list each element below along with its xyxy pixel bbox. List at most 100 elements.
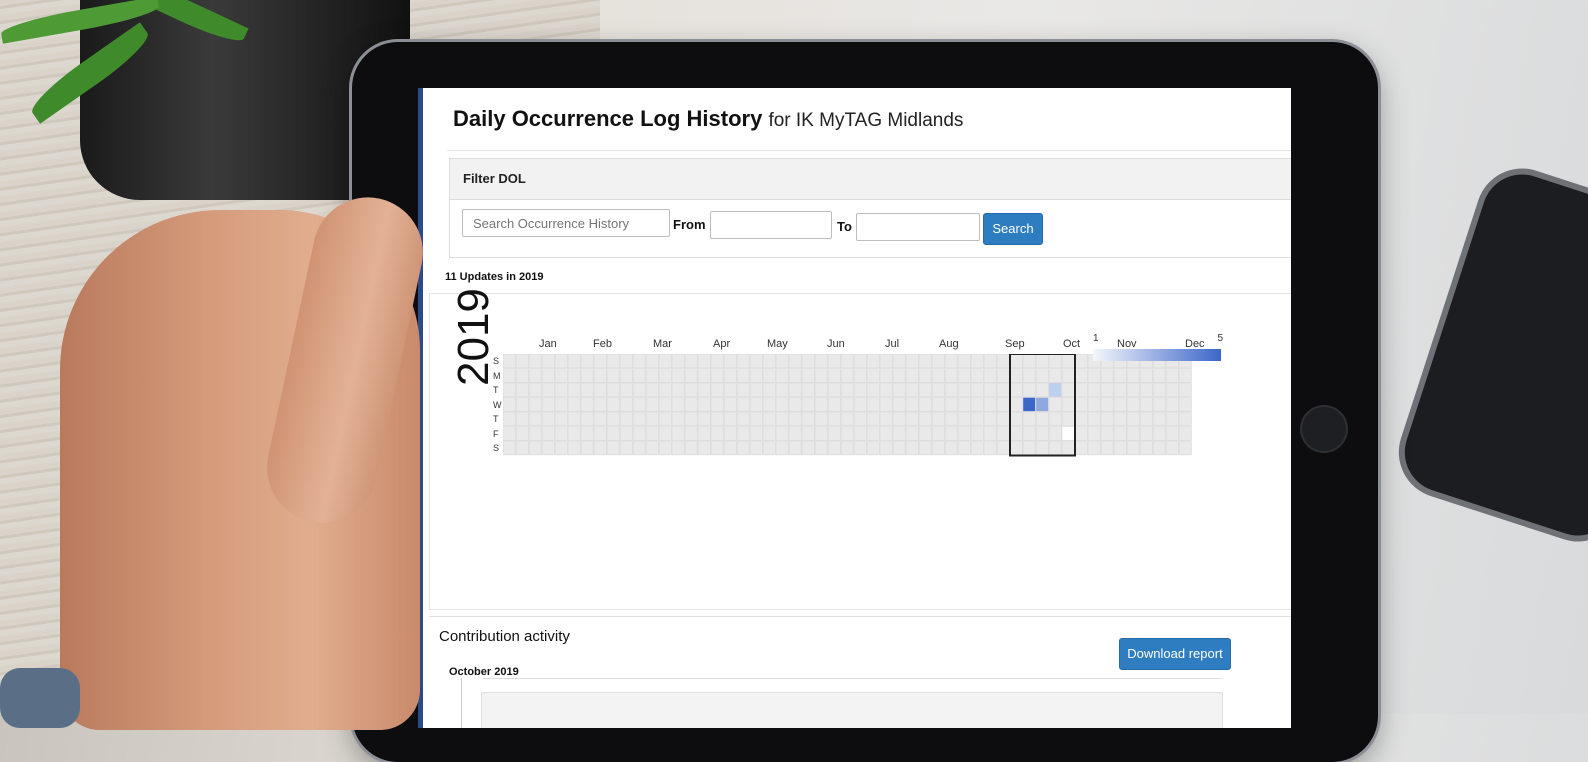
calendar-day-cell[interactable] [788, 354, 802, 369]
calendar-day-cell[interactable] [1074, 354, 1088, 369]
calendar-day-cell[interactable] [970, 368, 984, 383]
calendar-day-cell[interactable] [892, 382, 906, 398]
calendar-day-cell[interactable] [697, 440, 711, 456]
calendar-day-cell[interactable] [749, 368, 763, 383]
calendar-day-cell[interactable] [632, 440, 646, 456]
calendar-day-cell[interactable] [710, 411, 724, 427]
calendar-day-cell[interactable] [1152, 426, 1166, 441]
calendar-day-cell[interactable] [1126, 411, 1140, 427]
calendar-day-cell[interactable] [944, 440, 958, 456]
calendar-day-cell[interactable] [736, 440, 750, 456]
calendar-day-cell[interactable] [736, 411, 750, 427]
calendar-day-cell[interactable] [1139, 411, 1153, 427]
calendar-day-cell[interactable] [892, 368, 906, 383]
calendar-day-cell[interactable] [775, 397, 789, 412]
calendar-day-cell[interactable] [541, 397, 555, 412]
calendar-day-cell[interactable] [1126, 382, 1140, 398]
calendar-day-cell[interactable] [632, 382, 646, 398]
calendar-day-cell[interactable] [1061, 440, 1075, 456]
calendar-day-cell[interactable] [541, 368, 555, 383]
calendar-day-cell[interactable] [503, 354, 516, 369]
calendar-day-cell[interactable] [710, 354, 724, 369]
calendar-day-cell[interactable] [671, 354, 685, 369]
calendar-day-cell[interactable] [671, 382, 685, 398]
calendar-day-cell[interactable] [619, 397, 633, 412]
calendar-day-cell[interactable] [632, 397, 646, 412]
calendar-day-cell[interactable] [814, 354, 828, 369]
calendar-day-cell[interactable] [528, 368, 542, 383]
calendar-day-cell[interactable] [749, 440, 763, 456]
calendar-day-cell[interactable] [684, 397, 698, 412]
calendar-day-cell[interactable] [1048, 382, 1062, 398]
calendar-day-cell[interactable] [801, 411, 815, 427]
calendar-day-cell[interactable] [1061, 354, 1075, 369]
calendar-day-cell[interactable] [606, 440, 620, 456]
calendar-day-cell[interactable] [1048, 397, 1062, 412]
calendar-day-cell[interactable] [814, 382, 828, 398]
calendar-day-cell[interactable] [1100, 440, 1114, 456]
calendar-day-cell[interactable] [528, 354, 542, 369]
calendar-day-cell[interactable] [503, 368, 516, 383]
calendar-day-cell[interactable] [801, 382, 815, 398]
calendar-day-cell[interactable] [788, 368, 802, 383]
calendar-day-cell[interactable] [788, 382, 802, 398]
calendar-day-cell[interactable] [1035, 382, 1049, 398]
calendar-day-cell[interactable] [996, 411, 1010, 427]
calendar-day-cell[interactable] [931, 411, 945, 427]
calendar-day-cell[interactable] [801, 368, 815, 383]
calendar-day-cell[interactable] [606, 382, 620, 398]
calendar-day-cell[interactable] [503, 397, 516, 412]
calendar-day-cell[interactable] [1048, 354, 1062, 369]
calendar-day-cell[interactable] [983, 411, 997, 427]
calendar-day-cell[interactable] [1087, 368, 1101, 383]
calendar-day-cell[interactable] [606, 426, 620, 441]
calendar-day-cell[interactable] [866, 440, 880, 456]
calendar-day-cell[interactable] [1009, 411, 1023, 427]
calendar-day-cell[interactable] [749, 354, 763, 369]
calendar-day-cell[interactable] [996, 397, 1010, 412]
calendar-day-cell[interactable] [593, 354, 607, 369]
calendar-day-cell[interactable] [1178, 411, 1192, 427]
calendar-day-cell[interactable] [840, 426, 854, 441]
calendar-day-cell[interactable] [580, 354, 594, 369]
calendar-day-cell[interactable] [1139, 397, 1153, 412]
calendar-day-cell[interactable] [1048, 411, 1062, 427]
calendar-day-cell[interactable] [710, 426, 724, 441]
calendar-day-cell[interactable] [827, 426, 841, 441]
calendar-day-cell[interactable] [645, 440, 659, 456]
calendar-day-cell[interactable] [503, 426, 516, 441]
calendar-day-cell[interactable] [879, 397, 893, 412]
calendar-day-cell[interactable] [1061, 368, 1075, 383]
calendar-day-cell[interactable] [1113, 368, 1127, 383]
calendar-day-cell[interactable] [762, 411, 776, 427]
calendar-day-cell[interactable] [723, 440, 737, 456]
calendar-day-cell[interactable] [866, 354, 880, 369]
calendar-day-cell[interactable] [503, 382, 516, 398]
calendar-day-cell[interactable] [801, 426, 815, 441]
calendar-day-cell[interactable] [580, 397, 594, 412]
calendar-day-cell[interactable] [593, 411, 607, 427]
calendar-day-cell[interactable] [1061, 426, 1075, 441]
calendar-day-cell[interactable] [918, 440, 932, 456]
calendar-day-cell[interactable] [645, 397, 659, 412]
calendar-day-cell[interactable] [853, 354, 867, 369]
calendar-day-cell[interactable] [749, 411, 763, 427]
calendar-day-cell[interactable] [1152, 440, 1166, 456]
calendar-day-cell[interactable] [892, 440, 906, 456]
calendar-day-cell[interactable] [697, 368, 711, 383]
calendar-day-cell[interactable] [931, 354, 945, 369]
calendar-day-cell[interactable] [1009, 397, 1023, 412]
calendar-day-cell[interactable] [515, 397, 529, 412]
calendar-day-cell[interactable] [1035, 354, 1049, 369]
calendar-day-cell[interactable] [970, 382, 984, 398]
calendar-day-cell[interactable] [541, 382, 555, 398]
calendar-day-cell[interactable] [697, 397, 711, 412]
calendar-day-cell[interactable] [1178, 397, 1192, 412]
calendar-day-cell[interactable] [710, 440, 724, 456]
calendar-day-cell[interactable] [749, 426, 763, 441]
calendar-day-cell[interactable] [1074, 440, 1088, 456]
calendar-day-cell[interactable] [762, 368, 776, 383]
calendar-day-cell[interactable] [1009, 354, 1023, 369]
calendar-day-cell[interactable] [723, 426, 737, 441]
calendar-day-cell[interactable] [1165, 411, 1179, 427]
